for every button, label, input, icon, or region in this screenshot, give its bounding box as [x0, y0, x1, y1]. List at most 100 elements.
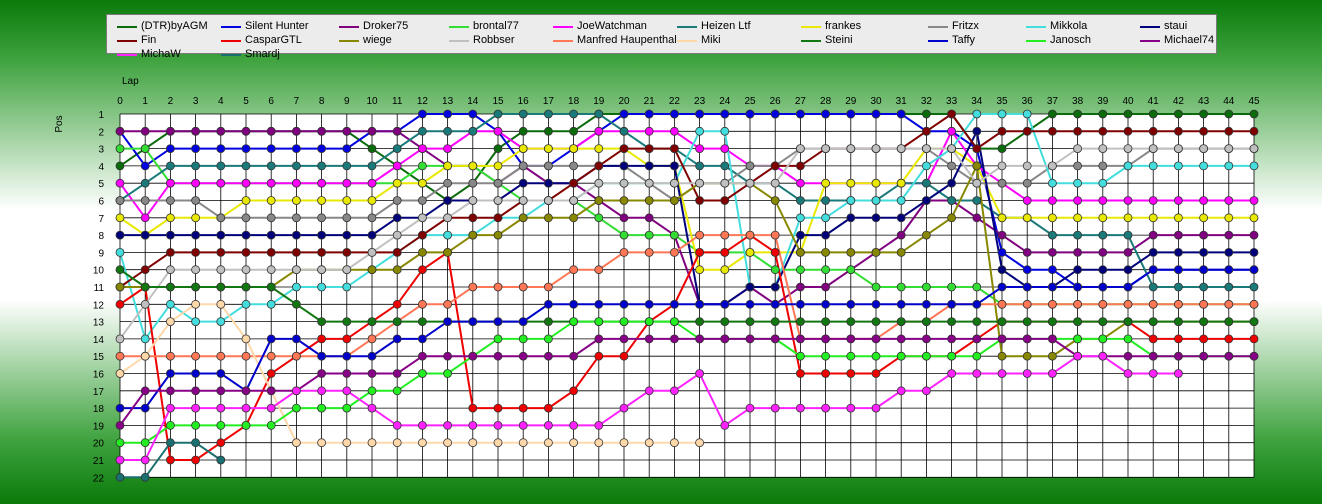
data-point — [1073, 265, 1082, 275]
data-point — [140, 144, 150, 154]
x-tick-label: 17 — [543, 96, 555, 107]
data-point — [821, 351, 830, 361]
data-point — [115, 299, 125, 309]
data-point — [1022, 369, 1032, 378]
data-point — [216, 178, 226, 188]
data-point — [695, 299, 704, 309]
data-point — [796, 230, 805, 240]
data-point — [115, 265, 125, 275]
data-point — [972, 126, 982, 136]
data-point — [1123, 126, 1133, 136]
data-point — [1022, 299, 1032, 309]
x-tick-label: 41 — [1148, 96, 1160, 107]
data-point — [1022, 196, 1032, 205]
data-point — [896, 351, 906, 361]
data-point — [922, 196, 931, 205]
data-point — [443, 230, 453, 240]
data-point — [493, 351, 503, 361]
data-point — [1148, 109, 1158, 119]
data-point — [1048, 178, 1057, 188]
data-point — [796, 369, 805, 378]
data-point — [972, 317, 982, 327]
data-point — [493, 178, 503, 188]
data-point — [1148, 334, 1158, 344]
data-point — [821, 299, 830, 309]
data-point — [720, 420, 730, 430]
data-point — [518, 196, 528, 205]
data-point — [594, 213, 604, 223]
data-point — [922, 386, 931, 396]
data-point — [140, 351, 150, 361]
data-point — [1249, 144, 1259, 154]
data-point — [670, 196, 679, 205]
data-point — [745, 109, 755, 119]
data-point — [342, 351, 352, 361]
data-point — [342, 230, 352, 240]
data-point — [821, 230, 830, 240]
data-point — [417, 420, 427, 430]
data-point — [493, 403, 503, 413]
x-tick-label: 25 — [744, 96, 756, 107]
y-tick-label: 13 — [93, 318, 105, 329]
data-point — [594, 265, 604, 275]
data-point — [796, 196, 805, 205]
data-point — [417, 161, 427, 171]
data-point — [317, 247, 327, 257]
data-point — [947, 178, 956, 188]
data-point — [796, 351, 805, 361]
data-point — [972, 144, 982, 154]
data-point — [317, 317, 327, 327]
data-point — [1199, 213, 1208, 223]
data-point — [821, 334, 830, 344]
data-point — [191, 230, 201, 240]
x-tick-label: 10 — [366, 96, 378, 107]
data-point — [896, 196, 906, 205]
data-point — [796, 334, 805, 344]
data-point — [216, 144, 226, 154]
data-point — [594, 178, 604, 188]
data-point — [417, 369, 427, 378]
data-point — [1148, 351, 1158, 361]
data-point — [1199, 299, 1208, 309]
data-point — [670, 438, 679, 448]
x-tick-label: 23 — [694, 96, 706, 107]
data-point — [216, 351, 226, 361]
data-point — [1174, 351, 1183, 361]
data-point — [972, 282, 982, 292]
x-tick-label: 19 — [593, 96, 605, 107]
data-point — [1098, 196, 1108, 205]
y-axis-label: Pos — [54, 115, 65, 132]
data-point — [871, 403, 881, 413]
data-point — [997, 299, 1007, 309]
data-point — [115, 455, 125, 465]
data-point — [1148, 161, 1158, 171]
data-point — [115, 196, 125, 205]
data-point — [367, 213, 377, 223]
data-point — [821, 196, 830, 205]
data-point — [544, 334, 553, 344]
data-point — [115, 334, 125, 344]
data-point — [997, 282, 1007, 292]
data-point — [947, 126, 956, 136]
data-point — [695, 109, 704, 119]
x-tick-label: 4 — [218, 96, 224, 107]
data-point — [191, 161, 201, 171]
data-point — [216, 369, 226, 378]
data-point — [569, 213, 578, 223]
data-point — [569, 438, 578, 448]
data-point — [947, 109, 956, 119]
data-point — [1174, 299, 1183, 309]
data-point — [241, 161, 251, 171]
data-point — [972, 178, 982, 188]
data-point — [1249, 196, 1259, 205]
data-point — [191, 438, 201, 448]
data-point — [997, 144, 1007, 154]
data-point — [266, 403, 276, 413]
data-point — [770, 109, 780, 119]
data-point — [140, 403, 150, 413]
data-point — [241, 299, 251, 309]
data-point — [1199, 230, 1208, 240]
data-point — [1073, 196, 1082, 205]
data-point — [191, 265, 201, 275]
data-point — [770, 403, 780, 413]
